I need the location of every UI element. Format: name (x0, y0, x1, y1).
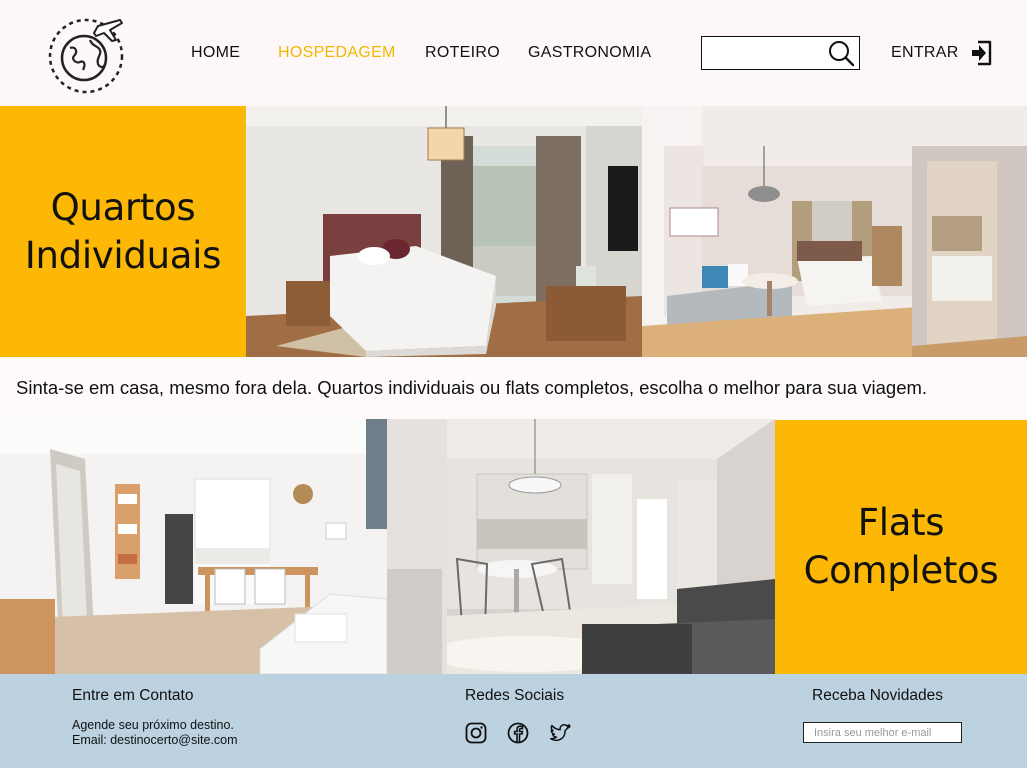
flats-title: Flats Completos (803, 501, 999, 592)
studio-room-photo (642, 106, 1027, 357)
bedroom-photo (246, 106, 642, 357)
globe-airplane-logo[interactable] (46, 12, 128, 94)
site-header: HOME HOSPEDAGEM ROTEIRO GASTRONOMIA ENTR… (0, 0, 1027, 106)
facebook-icon[interactable] (506, 721, 530, 745)
nav-home[interactable]: HOME (191, 44, 240, 62)
rooms-title: Quartos Individuais (24, 185, 222, 277)
newsletter-email-input[interactable] (804, 723, 961, 743)
flats-title-panel: Flats Completos (775, 420, 1027, 674)
site-footer: Entre em Contato Agende seu próximo dest… (0, 674, 1027, 768)
nav-roteiro[interactable]: ROTEIRO (425, 44, 500, 62)
search-icon[interactable] (827, 39, 855, 67)
sign-in-icon (971, 40, 991, 66)
newsletter-title: Receba Novidades (812, 687, 943, 704)
newsletter-box (803, 722, 962, 743)
rooms-title-panel: Quartos Individuais (0, 106, 246, 357)
nav-gastronomia[interactable]: GASTRONOMIA (528, 44, 651, 62)
nav-hospedagem[interactable]: HOSPEDAGEM (278, 44, 396, 62)
contact-email[interactable]: Email: destinocerto@site.com (72, 733, 238, 748)
login-button[interactable]: ENTRAR (891, 38, 993, 68)
contact-text-line1: Agende seu próximo destino. (72, 718, 234, 732)
search-box (701, 36, 860, 70)
contact-title: Entre em Contato (72, 687, 194, 704)
login-label: ENTRAR (891, 44, 959, 61)
instagram-icon[interactable] (464, 721, 488, 745)
tagline: Sinta-se em casa, mesmo fora dela. Quart… (0, 357, 1027, 419)
search-input[interactable] (702, 37, 822, 67)
kitchen-living-photo (0, 419, 387, 674)
social-title: Redes Sociais (465, 687, 565, 704)
flat-living-photo (387, 419, 775, 674)
twitter-icon[interactable] (548, 721, 572, 745)
